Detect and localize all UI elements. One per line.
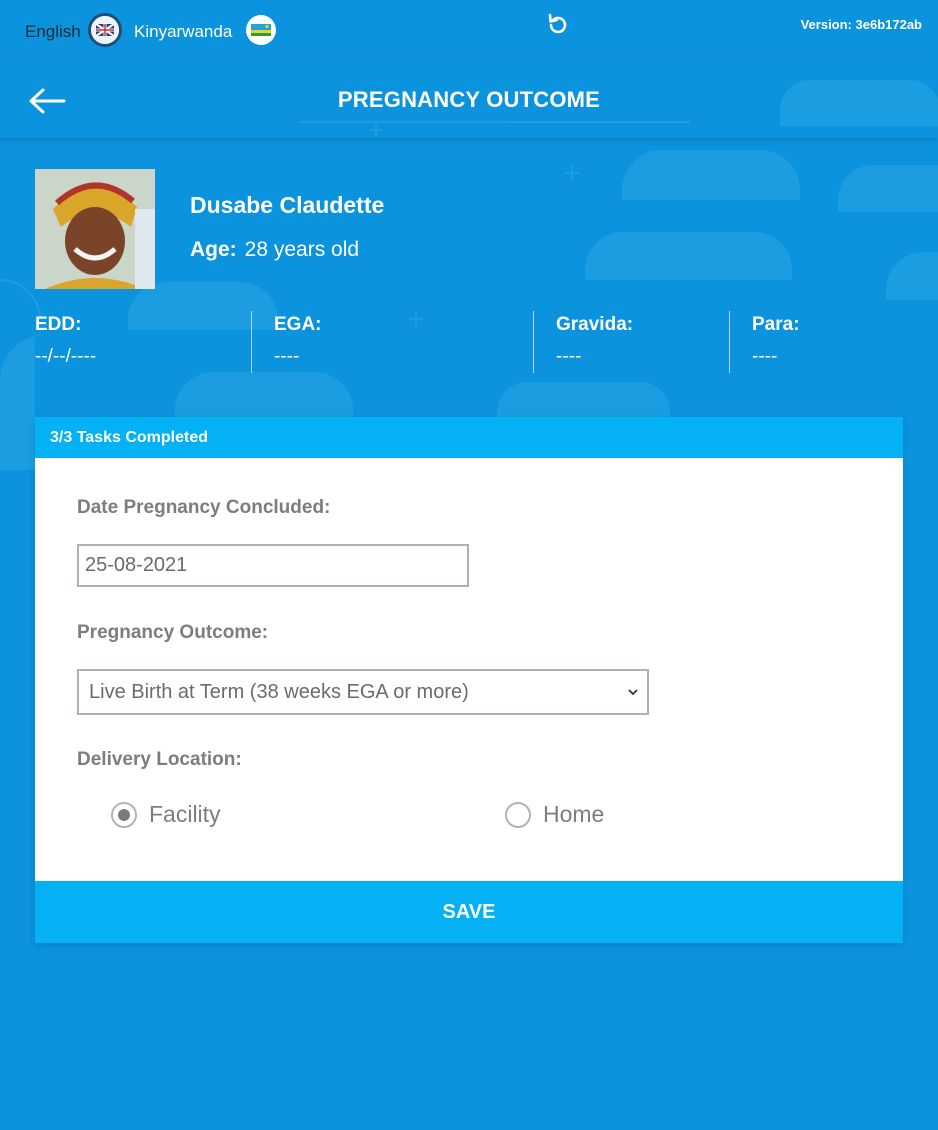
stat-value: ----: [752, 346, 778, 367]
stat-label: Para:: [752, 314, 800, 335]
outcome-select[interactable]: Live Birth at Term (38 weeks EGA or more…: [77, 669, 649, 715]
patient-age: Age: 28 years old: [190, 238, 359, 262]
radio-facility-label[interactable]: Facility: [149, 801, 221, 828]
location-label: Delivery Location:: [77, 749, 242, 770]
stat-divider: [729, 311, 730, 373]
stat-ega: EGA: ----: [274, 314, 322, 368]
language-kinyarwanda[interactable]: Kinyarwanda: [134, 22, 232, 42]
language-bar: English Kinyarwanda Version: 3e6b172ab: [0, 0, 938, 60]
radio-facility-circle[interactable]: [111, 801, 137, 828]
stat-edd: EDD: --/--/----: [35, 314, 96, 368]
stat-label: Gravida:: [556, 314, 634, 335]
stat-gravida: Gravida: ----: [556, 314, 633, 368]
tasks-progress: 3/3 Tasks Completed: [35, 417, 903, 458]
stat-value: ----: [556, 346, 582, 367]
outcome-label: Pregnancy Outcome:: [77, 622, 269, 643]
save-button[interactable]: SAVE: [35, 881, 903, 943]
stat-label: EDD:: [35, 314, 82, 335]
stat-value: --/--/----: [35, 346, 97, 367]
stat-divider: [251, 311, 252, 373]
page-header: PREGNANCY OUTCOME: [0, 60, 938, 138]
version-label: Version: 3e6b172ab: [800, 17, 922, 32]
language-english[interactable]: English: [25, 22, 81, 42]
stat-para: Para: ----: [752, 314, 800, 368]
rwanda-flag-icon[interactable]: [246, 15, 276, 45]
stat-value: ----: [274, 346, 300, 367]
age-label: Age:: [190, 238, 237, 261]
date-concluded-input[interactable]: [77, 544, 469, 587]
refresh-icon[interactable]: [546, 12, 570, 38]
chevron-down-icon: [628, 689, 638, 696]
radio-facility[interactable]: Facility: [111, 801, 221, 828]
patient-name: Dusabe Claudette: [190, 192, 385, 218]
radio-home-circle[interactable]: [505, 801, 531, 828]
date-label: Date Pregnancy Concluded:: [77, 497, 331, 518]
radio-home-label[interactable]: Home: [543, 801, 604, 828]
age-value: 28 years old: [244, 238, 360, 261]
page-title: PREGNANCY OUTCOME: [337, 87, 601, 112]
stat-label: EGA:: [274, 314, 322, 335]
radio-home[interactable]: Home: [505, 801, 604, 828]
uk-flag-icon[interactable]: [88, 13, 122, 47]
patient-photo: [35, 169, 155, 289]
outcome-selected-value: Live Birth at Term (38 weeks EGA or more…: [89, 681, 469, 703]
stat-divider: [533, 311, 534, 373]
pregnancy-outcome-form: 3/3 Tasks Completed Date Pregnancy Concl…: [35, 417, 903, 943]
